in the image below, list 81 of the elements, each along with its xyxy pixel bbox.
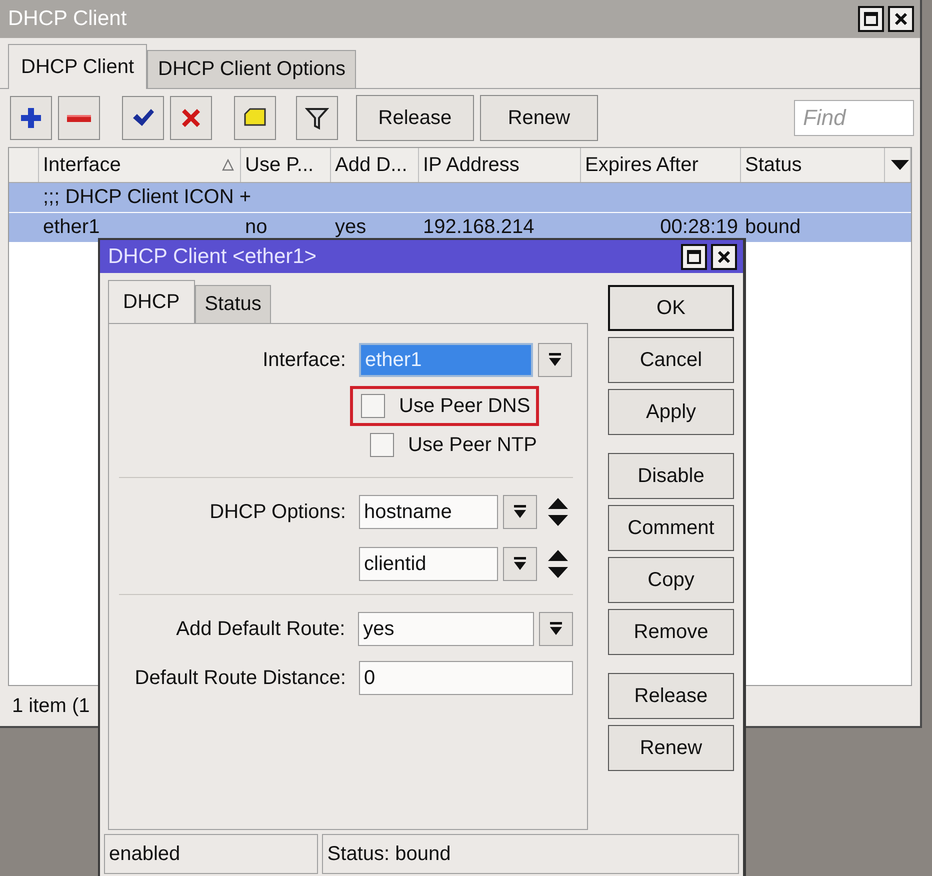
field-label: Add Default Route: xyxy=(175,618,346,640)
up-down-arrows-icon[interactable] xyxy=(547,497,569,527)
dropdown-icon xyxy=(547,352,563,368)
dropdown-icon xyxy=(512,504,528,520)
status-text: 1 item (1 xyxy=(12,694,90,718)
checkbox[interactable] xyxy=(361,394,385,418)
column-header[interactable]: Interface xyxy=(39,148,241,182)
maximize-button[interactable] xyxy=(858,6,884,32)
plus-icon xyxy=(19,106,43,130)
table-row[interactable]: ;;; DHCP Client ICON + xyxy=(9,183,911,213)
close-button[interactable] xyxy=(711,244,737,270)
dropdown-icon xyxy=(548,621,564,637)
up-down-arrows-icon[interactable] xyxy=(547,549,569,579)
maximize-icon xyxy=(864,12,878,26)
plus-button[interactable] xyxy=(10,96,52,140)
dialog-button[interactable]: Cancel xyxy=(608,337,734,383)
dropdown-button[interactable] xyxy=(503,547,537,581)
tab[interactable]: DHCP xyxy=(108,280,195,324)
column-label: Expires After xyxy=(585,154,698,176)
maximize-icon xyxy=(687,250,701,264)
column-label: Interface xyxy=(43,154,121,176)
minus-button[interactable] xyxy=(58,96,100,140)
dialog-button[interactable]: Release xyxy=(608,673,734,719)
comment-text: ;;; DHCP Client ICON + xyxy=(42,185,252,210)
column-label: Status xyxy=(745,154,802,176)
tab[interactable]: DHCP Client Options xyxy=(147,50,356,88)
column-header[interactable]: IP Address xyxy=(419,148,581,182)
status-cell: Status: bound xyxy=(322,834,739,874)
checkbox-label: Use Peer NTP xyxy=(408,434,537,456)
column-header[interactable]: Expires After xyxy=(581,148,741,182)
checkbox-label: Use Peer DNS xyxy=(399,394,530,418)
filter-icon xyxy=(305,106,329,130)
table-cell-text: ether1 xyxy=(42,215,101,240)
close-icon xyxy=(717,250,731,264)
dialog-button[interactable]: Copy xyxy=(608,557,734,603)
checkbox[interactable] xyxy=(370,433,394,457)
maximize-button[interactable] xyxy=(681,244,707,270)
checkmark-button[interactable] xyxy=(122,96,164,140)
column-menu-icon[interactable] xyxy=(890,158,910,172)
cross-button[interactable] xyxy=(170,96,212,140)
field-label: DHCP Options: xyxy=(208,500,346,524)
table-cell-text: no xyxy=(244,215,268,240)
window-title: DHCP Client xyxy=(8,7,128,31)
dialog-button[interactable]: Disable xyxy=(608,453,734,499)
column-label: Use P... xyxy=(245,154,314,176)
table-cell-text: yes xyxy=(334,215,368,240)
dropdown-button[interactable] xyxy=(539,612,573,646)
status-cell: enabled xyxy=(104,834,318,874)
table-cell-text: 192.168.214 xyxy=(422,215,536,240)
column-label: Add D... xyxy=(335,154,408,176)
filter-button[interactable] xyxy=(296,96,338,140)
option-field[interactable]: clientid xyxy=(359,547,498,581)
column-header[interactable]: Add D... xyxy=(331,148,419,182)
distance-field[interactable]: 0 xyxy=(359,661,573,695)
close-icon xyxy=(894,12,908,26)
dropdown-button[interactable] xyxy=(538,343,572,377)
dropdown-button[interactable] xyxy=(503,495,537,529)
dialog-button[interactable]: Renew xyxy=(608,725,734,771)
tab[interactable]: DHCP Client xyxy=(8,44,147,89)
field-label: Interface: xyxy=(262,348,346,372)
dialog-button[interactable]: Remove xyxy=(608,609,734,655)
search-field[interactable]: Find xyxy=(794,100,914,136)
column-header[interactable]: Status xyxy=(741,148,885,182)
option-field[interactable]: hostname xyxy=(359,495,498,529)
column-label: IP Address xyxy=(423,154,520,176)
table-cell-text: bound xyxy=(744,215,802,240)
tab[interactable]: Status xyxy=(194,285,272,323)
dropdown-icon xyxy=(512,556,528,572)
column-header[interactable]: Use P... xyxy=(241,148,331,182)
close-button[interactable] xyxy=(888,6,914,32)
dialog-button[interactable]: Comment xyxy=(608,505,734,551)
field-label: Default Route Distance: xyxy=(134,666,346,690)
table-cell-text: 00:28:19 xyxy=(659,215,739,240)
note-button[interactable] xyxy=(234,96,276,140)
route-field[interactable]: yes xyxy=(358,612,534,646)
toolbar-button[interactable]: Release xyxy=(356,95,474,141)
toolbar-button[interactable]: Renew xyxy=(480,95,598,141)
minus-icon xyxy=(67,114,91,122)
dialog-button[interactable]: Apply xyxy=(608,389,734,435)
window-title: DHCP Client <ether1> xyxy=(108,244,318,268)
dialog-button[interactable]: OK xyxy=(608,285,734,331)
